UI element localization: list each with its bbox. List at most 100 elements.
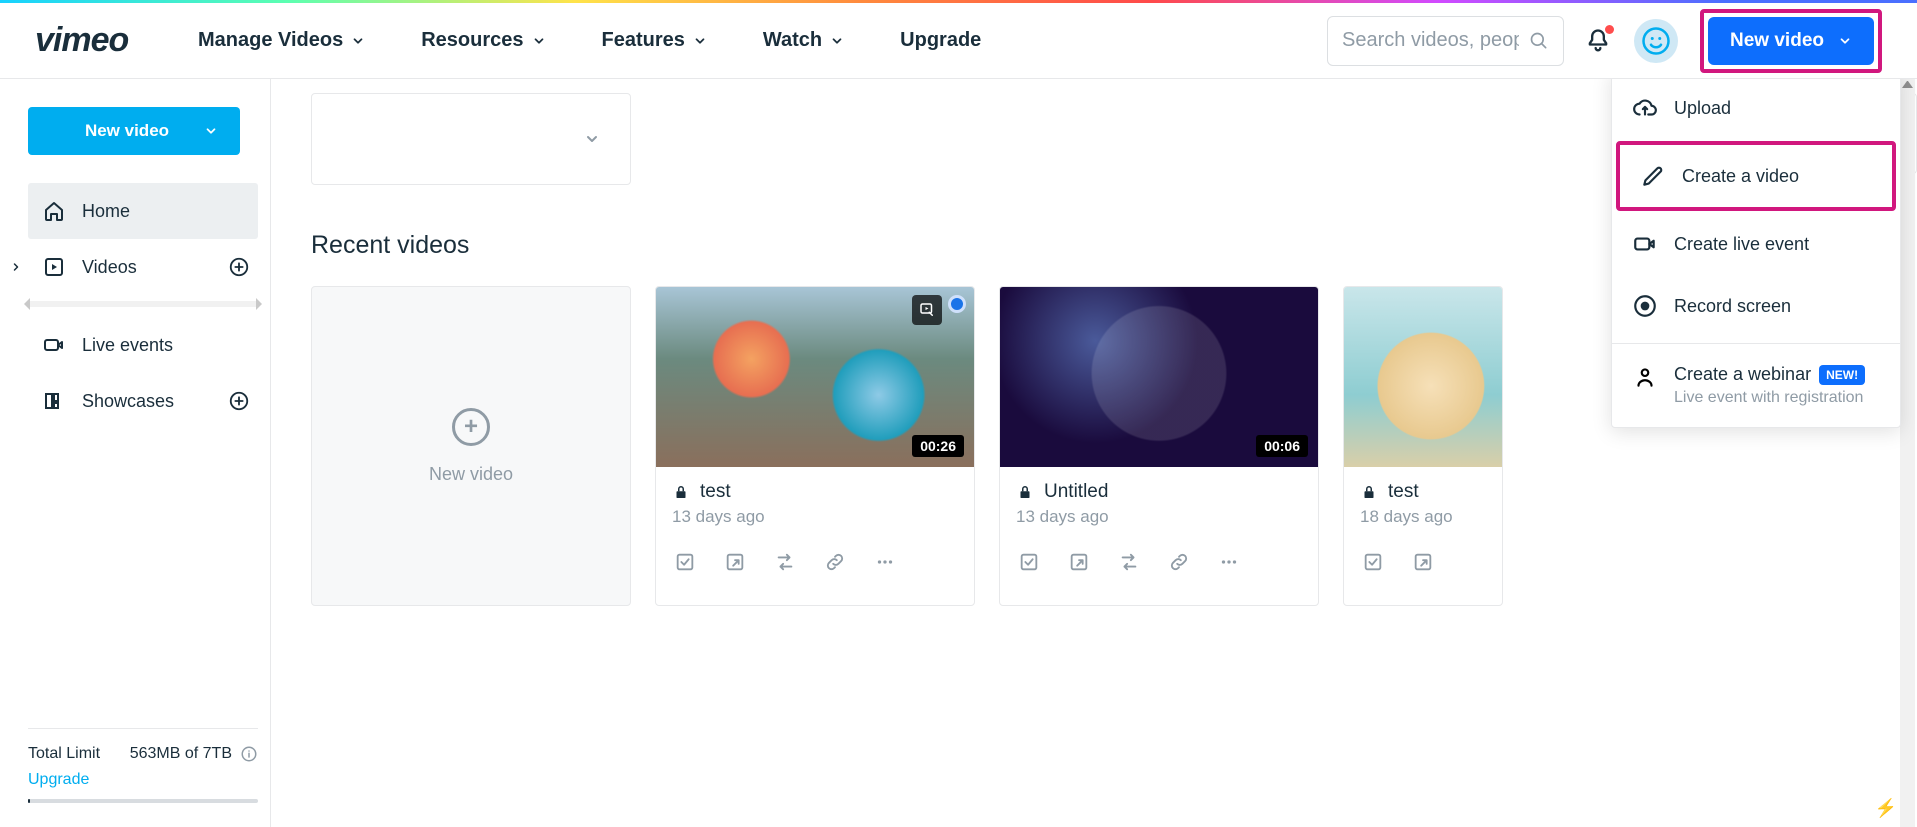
- top-nav: vimeo Manage Videos Resources Features Watc…: [0, 3, 1917, 79]
- chevron-down-icon: [1838, 34, 1852, 48]
- sidebar-new-video-button[interactable]: New video: [28, 107, 240, 155]
- menu-item-label: Upload: [1674, 98, 1731, 119]
- folder-selector[interactable]: [311, 93, 631, 185]
- plus-circle-icon[interactable]: [228, 256, 250, 278]
- nav-group: Manage Videos Resources Features Watch Upgra…: [184, 29, 995, 52]
- vimeo-logo[interactable]: vimeo: [35, 23, 159, 59]
- showcase-icon: [42, 389, 66, 413]
- menu-item-create-live-event[interactable]: Create live event: [1612, 213, 1900, 275]
- review-icon[interactable]: [674, 551, 696, 573]
- nav-item-watch[interactable]: Watch: [749, 29, 858, 52]
- edit-icon[interactable]: [912, 295, 942, 325]
- cloud-icon: [1632, 95, 1658, 121]
- upgrade-link[interactable]: Upgrade: [28, 771, 89, 788]
- more-icon[interactable]: [874, 551, 896, 573]
- review-icon[interactable]: [1362, 551, 1384, 573]
- scrollbar[interactable]: [1900, 79, 1915, 827]
- nav-label: Features: [602, 29, 685, 52]
- nav-label: Upgrade: [900, 29, 981, 52]
- menu-item-create-a-video[interactable]: Create a video: [1616, 141, 1896, 211]
- selection-dot[interactable]: [948, 295, 966, 313]
- video-thumbnail[interactable]: 00:06: [1000, 287, 1318, 467]
- card-actions: [1344, 537, 1502, 591]
- sidebar-mini-scrollbar[interactable]: [28, 301, 258, 307]
- limit-progress-bar: [28, 799, 258, 803]
- notifications-button[interactable]: [1584, 27, 1612, 55]
- chevron-down-icon: [693, 34, 707, 48]
- menu-divider: [1612, 343, 1900, 344]
- card-body: test13 days ago: [656, 467, 974, 537]
- video-card[interactable]: test18 days ago: [1343, 286, 1503, 606]
- sidebar-item-videos[interactable]: Videos: [28, 239, 258, 295]
- camera-icon: [1632, 231, 1658, 257]
- sidebar-item-home[interactable]: Home: [28, 183, 258, 239]
- new-badge: NEW!: [1819, 365, 1865, 385]
- video-card[interactable]: 00:26 test13 days ago: [655, 286, 975, 606]
- edit-overlay: [912, 295, 966, 325]
- menu-item-label: Create live event: [1674, 234, 1809, 255]
- nav-item-upgrade[interactable]: Upgrade: [886, 29, 995, 52]
- review-icon[interactable]: [1018, 551, 1040, 573]
- share-icon[interactable]: [1412, 551, 1434, 573]
- video-date: 13 days ago: [672, 507, 958, 527]
- new-video-card[interactable]: + New video: [311, 286, 631, 606]
- more-icon[interactable]: [1218, 551, 1240, 573]
- card-actions: [656, 537, 974, 591]
- video-card[interactable]: 00:06Untitled13 days ago: [999, 286, 1319, 606]
- new-video-dropdown: Upload Create a video Create live event Rec…: [1611, 79, 1901, 428]
- nav-item-features[interactable]: Features: [588, 29, 721, 52]
- plus-circle-icon[interactable]: [228, 390, 250, 412]
- replace-icon[interactable]: [1118, 551, 1140, 573]
- video-title: test: [1388, 481, 1419, 503]
- avatar-button[interactable]: [1634, 19, 1678, 63]
- video-title: Untitled: [1044, 481, 1108, 503]
- bolt-icon: ⚡: [1875, 798, 1897, 819]
- new-video-card-label: New video: [429, 464, 513, 485]
- new-video-label: New video: [1730, 30, 1824, 52]
- total-limit-label: Total Limit: [28, 745, 100, 763]
- svg-text:vimeo: vimeo: [35, 23, 128, 59]
- replace-icon[interactable]: [774, 551, 796, 573]
- menu-item-upload[interactable]: Upload: [1612, 79, 1900, 139]
- nav-label: Resources: [421, 29, 523, 52]
- share-icon[interactable]: [1068, 551, 1090, 573]
- webinar-subtitle: Live event with registration: [1674, 389, 1865, 407]
- pencil-icon: [1640, 163, 1666, 189]
- new-video-button[interactable]: New video: [1708, 17, 1874, 65]
- sidebar-item-label: Videos: [82, 257, 137, 278]
- share-icon[interactable]: [724, 551, 746, 573]
- nav-label: Manage Videos: [198, 29, 343, 52]
- menu-item-record-screen[interactable]: Record screen: [1612, 275, 1900, 337]
- chevron-down-icon: [351, 34, 365, 48]
- link-icon[interactable]: [1168, 551, 1190, 573]
- webinar-title: Create a webinar: [1674, 364, 1811, 385]
- chevron-right-icon: [10, 261, 22, 273]
- video-thumbnail[interactable]: 00:26: [656, 287, 974, 467]
- menu-item-create-webinar[interactable]: Create a webinar NEW! Live event with regi…: [1612, 350, 1900, 421]
- play-sq-icon: [42, 255, 66, 279]
- sidebar-item-live-events[interactable]: Live events: [28, 317, 258, 373]
- card-title-row: Untitled: [1016, 481, 1302, 503]
- chevron-down-icon: [584, 131, 600, 147]
- chevron-down-icon: [204, 124, 218, 138]
- sidebar-item-showcases[interactable]: Showcases: [28, 373, 258, 429]
- nav-item-manage-videos[interactable]: Manage Videos: [184, 29, 379, 52]
- sidebar-footer: Total Limit 563MB of 7TB Upgrade: [28, 728, 258, 827]
- sidebar-item-label: Showcases: [82, 391, 174, 412]
- duration-badge: 00:26: [912, 435, 964, 457]
- chevron-down-icon: [532, 34, 546, 48]
- sidebar-item-label: Home: [82, 201, 130, 222]
- plus-icon: +: [452, 408, 490, 446]
- link-icon[interactable]: [824, 551, 846, 573]
- card-actions: [1000, 537, 1318, 591]
- video-thumbnail[interactable]: [1344, 287, 1502, 467]
- home-icon: [42, 199, 66, 223]
- sidebar: New video Home Videos Live events Showcases…: [0, 79, 271, 827]
- lock-icon: [672, 483, 690, 501]
- search-box[interactable]: [1327, 16, 1564, 66]
- new-video-button-highlight: New video: [1700, 9, 1882, 73]
- nav-item-resources[interactable]: Resources: [407, 29, 559, 52]
- info-icon[interactable]: [240, 745, 258, 763]
- menu-item-label: Record screen: [1674, 296, 1791, 317]
- search-input[interactable]: [1342, 29, 1519, 52]
